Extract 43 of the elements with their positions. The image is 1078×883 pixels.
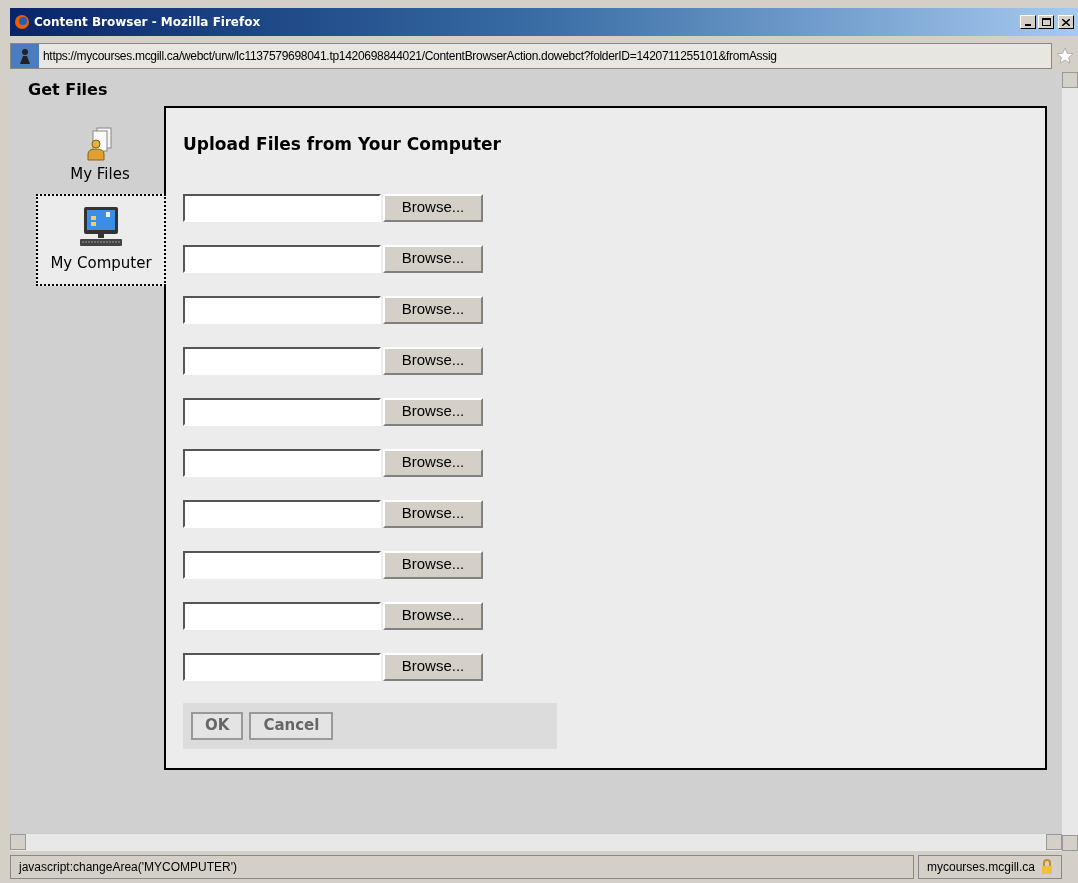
browse-button[interactable]: Browse... [383,550,483,579]
page-heading: Get Files [27,79,109,101]
star-icon[interactable] [1056,47,1074,65]
browse-button[interactable]: Browse... [383,448,483,477]
file-input-field[interactable] [183,601,381,630]
browse-button[interactable]: Browse... [383,346,483,375]
sidebar-item[interactable]: My Files [36,118,164,194]
file-input-field[interactable] [183,550,381,579]
file-input-field[interactable] [183,244,381,273]
minimize-button[interactable] [1020,15,1036,29]
browse-button[interactable]: Browse... [383,244,483,273]
browse-button[interactable]: Browse... [383,499,483,528]
vertical-scrollbar[interactable] [1062,72,1078,851]
dialog-button[interactable]: Cancel [249,711,334,740]
maximize-button[interactable] [1038,15,1054,29]
url-text: https://mycourses.mcgill.ca/webct/urw/lc1137579698041.tp1420698844021/ContentBrowserAction.dowebct?folderID=1420711255101&fromAssig [43,48,777,65]
browse-button[interactable]: Browse... [383,397,483,426]
horizontal-scrollbar[interactable] [10,833,1062,851]
computer-icon [78,205,124,248]
close-icon [1062,18,1070,26]
firefox-icon [14,14,30,30]
file-input-field[interactable] [183,346,381,375]
status-domain: mycourses.mcgill.ca [926,859,1035,876]
panel-title: Upload Files from Your Computer [183,133,501,156]
browse-button[interactable]: Browse... [383,652,483,681]
sidebar-item[interactable]: My Computer [36,194,166,286]
address-field[interactable]: https://mycourses.mcgill.ca/webct/urw/lc1137579698041.tp1420698844021/ContentBrowserAction.dowebct?folderID=1420711255101&fromAssig [10,43,1052,69]
status-text: javascript:changeArea('MYCOMPUTER') [10,855,914,879]
file-input-field[interactable] [183,295,381,324]
file-input-field[interactable] [183,652,381,681]
user-documents-icon [85,126,115,161]
file-input-field[interactable] [183,448,381,477]
file-input-field[interactable] [183,397,381,426]
browse-button[interactable]: Browse... [383,601,483,630]
browse-button[interactable]: Browse... [383,295,483,324]
file-input-field[interactable] [183,499,381,528]
close-button[interactable] [1058,15,1074,29]
dialog-button[interactable]: OK [191,711,244,740]
site-identity-icon [11,44,39,68]
padlock-icon [1041,859,1053,875]
file-input-field[interactable] [183,193,381,222]
window-title: Content Browser - Mozilla Firefox [34,14,261,31]
browse-button[interactable]: Browse... [383,193,483,222]
